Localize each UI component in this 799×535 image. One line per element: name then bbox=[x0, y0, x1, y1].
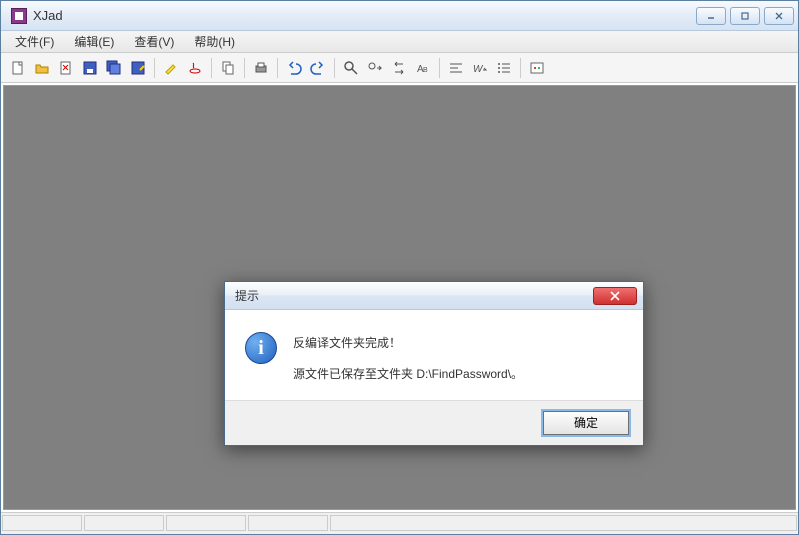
window-controls bbox=[696, 7, 794, 25]
info-icon: i bbox=[245, 332, 277, 364]
new-file-button[interactable] bbox=[7, 57, 29, 79]
mdi-content-area: 提示 i 反编译文件夹完成！ 源文件已保存至文件夹 D:\FindPasswor… bbox=[3, 85, 796, 510]
app-icon bbox=[11, 8, 27, 24]
toolbar-separator bbox=[211, 58, 212, 78]
redo-icon bbox=[310, 60, 326, 76]
toolbar-separator bbox=[154, 58, 155, 78]
status-cell bbox=[330, 515, 797, 531]
svg-text:W: W bbox=[473, 64, 484, 75]
close-icon bbox=[610, 291, 620, 301]
redo-button[interactable] bbox=[307, 57, 329, 79]
find-next-icon bbox=[367, 60, 383, 76]
find-button[interactable] bbox=[340, 57, 362, 79]
save-as-icon bbox=[130, 60, 146, 76]
print-button[interactable] bbox=[250, 57, 272, 79]
status-cell bbox=[248, 515, 328, 531]
close-icon bbox=[58, 60, 74, 76]
save-all-button[interactable] bbox=[103, 57, 125, 79]
dialog-message-line1: 反编译文件夹完成！ bbox=[293, 332, 623, 355]
open-file-button[interactable] bbox=[31, 57, 53, 79]
dialog-close-button[interactable] bbox=[593, 287, 637, 305]
menu-bar: 文件(F) 编辑(E) 查看(V) 帮助(H) bbox=[1, 31, 798, 53]
align-left-button[interactable] bbox=[445, 57, 467, 79]
settings-icon bbox=[529, 60, 545, 76]
svg-text:B: B bbox=[423, 67, 428, 74]
window-title: XJad bbox=[33, 8, 696, 23]
java-icon bbox=[187, 60, 203, 76]
list-button[interactable] bbox=[493, 57, 515, 79]
find-icon bbox=[343, 60, 359, 76]
goto-button[interactable]: AB bbox=[412, 57, 434, 79]
minimize-icon bbox=[706, 11, 716, 21]
message-dialog: 提示 i 反编译文件夹完成！ 源文件已保存至文件夹 D:\FindPasswor… bbox=[224, 281, 644, 446]
copy-icon bbox=[220, 60, 236, 76]
dialog-message: 反编译文件夹完成！ 源文件已保存至文件夹 D:\FindPassword\。 bbox=[293, 332, 623, 386]
title-bar: XJad bbox=[1, 1, 798, 31]
settings-button[interactable] bbox=[526, 57, 548, 79]
status-cell bbox=[2, 515, 82, 531]
toolbar-separator bbox=[244, 58, 245, 78]
print-icon bbox=[253, 60, 269, 76]
dialog-title-bar: 提示 bbox=[225, 282, 643, 310]
save-button[interactable] bbox=[79, 57, 101, 79]
close-button[interactable] bbox=[55, 57, 77, 79]
menu-file[interactable]: 文件(F) bbox=[5, 31, 64, 52]
close-icon bbox=[774, 11, 784, 21]
ok-button[interactable]: 确定 bbox=[543, 411, 629, 435]
replace-button[interactable] bbox=[388, 57, 410, 79]
replace-icon bbox=[391, 60, 407, 76]
menu-help[interactable]: 帮助(H) bbox=[184, 31, 245, 52]
dialog-footer: 确定 bbox=[225, 400, 643, 445]
main-window: XJad 文件(F) 编辑(E) 查看(V) 帮助(H) AB W 提示 bbox=[0, 0, 799, 535]
minimize-button[interactable] bbox=[696, 7, 726, 25]
list-icon bbox=[496, 60, 512, 76]
dialog-title: 提示 bbox=[231, 287, 593, 304]
java-button[interactable] bbox=[184, 57, 206, 79]
highlight-icon bbox=[163, 60, 179, 76]
status-cell bbox=[166, 515, 246, 531]
word-wrap-icon: W bbox=[472, 60, 488, 76]
open-file-icon bbox=[34, 60, 50, 76]
find-next-button[interactable] bbox=[364, 57, 386, 79]
toolbar-separator bbox=[439, 58, 440, 78]
toolbar-separator bbox=[334, 58, 335, 78]
save-all-icon bbox=[106, 60, 122, 76]
undo-button[interactable] bbox=[283, 57, 305, 79]
new-file-icon bbox=[10, 60, 26, 76]
menu-view[interactable]: 查看(V) bbox=[124, 31, 184, 52]
maximize-button[interactable] bbox=[730, 7, 760, 25]
status-cell bbox=[84, 515, 164, 531]
undo-icon bbox=[286, 60, 302, 76]
goto-icon: AB bbox=[415, 60, 431, 76]
copy-button[interactable] bbox=[217, 57, 239, 79]
save-icon bbox=[82, 60, 98, 76]
menu-edit[interactable]: 编辑(E) bbox=[64, 31, 124, 52]
close-button[interactable] bbox=[764, 7, 794, 25]
save-as-button[interactable] bbox=[127, 57, 149, 79]
highlight-button[interactable] bbox=[160, 57, 182, 79]
dialog-message-line2: 源文件已保存至文件夹 D:\FindPassword\。 bbox=[293, 363, 623, 386]
word-wrap-button[interactable]: W bbox=[469, 57, 491, 79]
toolbar-separator bbox=[520, 58, 521, 78]
align-left-icon bbox=[448, 60, 464, 76]
toolbar: AB W bbox=[1, 53, 798, 83]
status-bar bbox=[1, 512, 798, 534]
maximize-icon bbox=[740, 11, 750, 21]
dialog-body: i 反编译文件夹完成！ 源文件已保存至文件夹 D:\FindPassword\。 bbox=[225, 310, 643, 400]
toolbar-separator bbox=[277, 58, 278, 78]
